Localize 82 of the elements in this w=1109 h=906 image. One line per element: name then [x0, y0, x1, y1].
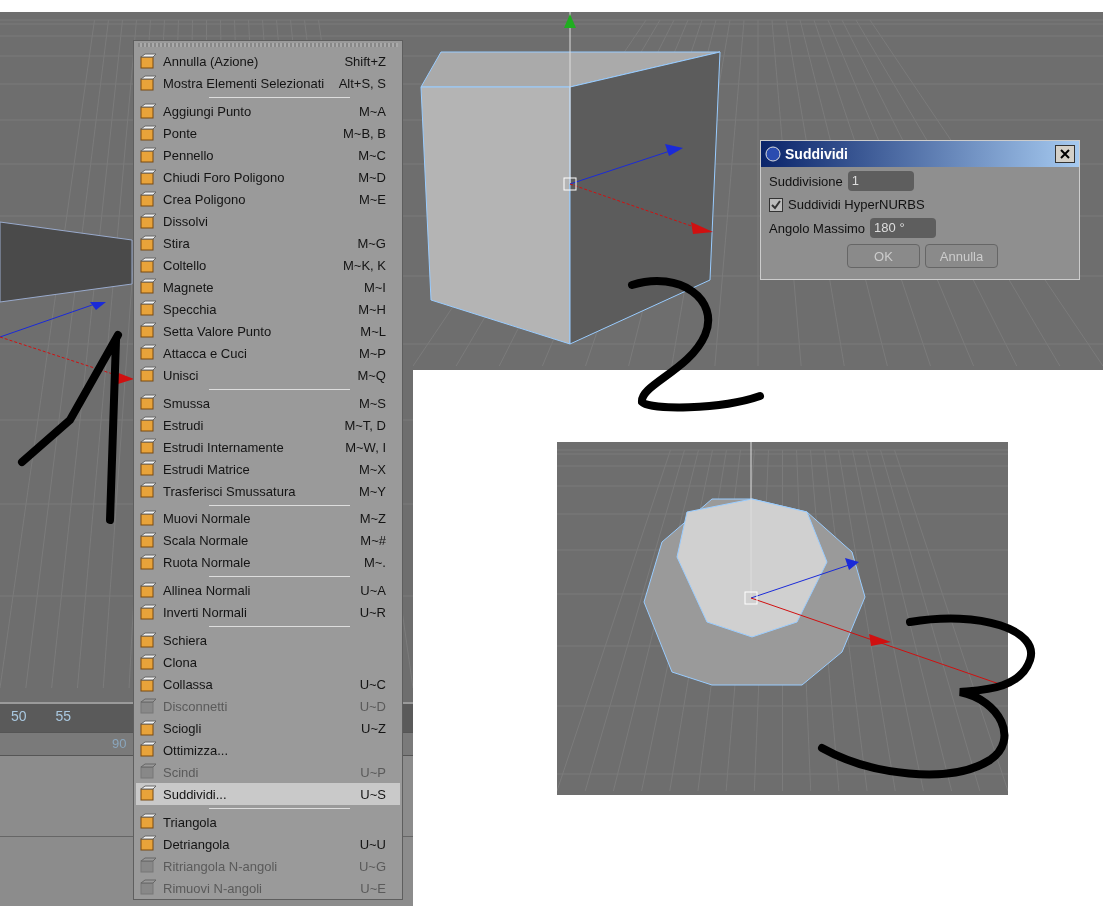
tool-icon	[139, 835, 157, 854]
frame-number: 50	[11, 707, 27, 724]
menu-item[interactable]: Inverti Normali U~R	[136, 601, 400, 624]
menu-item[interactable]: Unisci M~Q	[136, 364, 400, 387]
checkbox[interactable]	[769, 197, 783, 212]
menu-item[interactable]: Ponte M~B, B	[136, 122, 400, 145]
tool-icon	[139, 124, 157, 143]
tool-icon	[139, 482, 157, 501]
menu-item[interactable]: Magnete M~I	[136, 276, 400, 299]
menu-item[interactable]: Ottimizza...	[136, 739, 400, 762]
menu-item[interactable]: Muovi Normale M~Z	[136, 508, 400, 530]
tool-icon	[139, 394, 157, 413]
input-field[interactable]: 180 °	[870, 218, 937, 238]
menu-item[interactable]: Aggiungi Punto M~A	[136, 100, 400, 123]
menu-item[interactable]: Suddividi... U~S	[136, 783, 400, 806]
tool-icon	[139, 813, 157, 832]
globe-icon	[765, 146, 781, 162]
tool-icon	[139, 785, 157, 804]
menu-item[interactable]: Crea Poligono M~E	[136, 188, 400, 211]
input-field[interactable]: 1	[847, 171, 914, 191]
menu-item[interactable]: Allinea Normali U~A	[136, 579, 400, 602]
tool-icon	[139, 52, 157, 71]
tool-icon	[139, 146, 157, 165]
tool-icon	[139, 74, 157, 93]
tool-icon	[139, 857, 157, 876]
tool-icon	[139, 438, 157, 457]
tool-icon	[139, 553, 157, 572]
tool-icon	[139, 256, 157, 275]
checkbox-label: Suddividi HyperNURBS	[788, 197, 925, 212]
tool-icon	[139, 212, 157, 231]
menu-item[interactable]: Trasferisci Smussatura M~Y	[136, 480, 400, 503]
tool-icon	[139, 719, 157, 738]
menu-item[interactable]: Attacca e Cuci M~P	[136, 342, 400, 365]
menu-item[interactable]: Schiera	[136, 629, 400, 652]
menu-item[interactable]: Specchia M~H	[136, 298, 400, 321]
field-label: Angolo Massimo	[769, 220, 866, 236]
frame-value: 90	[112, 735, 127, 753]
field-label: Suddivisione	[769, 173, 843, 189]
menu-item[interactable]: Ruota Normale M~.	[136, 551, 400, 574]
tool-icon	[139, 190, 157, 209]
tool-icon	[139, 460, 157, 479]
tool-icon	[139, 631, 157, 650]
tool-icon	[139, 322, 157, 341]
tool-icon	[139, 278, 157, 297]
tool-icon	[139, 603, 157, 622]
tool-icon	[139, 366, 157, 385]
tool-icon	[139, 344, 157, 363]
tool-icon	[139, 510, 157, 528]
close-icon	[1060, 149, 1070, 159]
tool-icon	[139, 581, 157, 600]
tool-icon	[139, 763, 157, 782]
tool-icon	[139, 234, 157, 253]
menu-item[interactable]: Mostra Elementi Selezionati Alt+S, S	[136, 72, 400, 95]
menu-item[interactable]: Dissolvi	[136, 210, 400, 233]
close-button[interactable]	[1055, 145, 1075, 163]
menu-item[interactable]: Clona	[136, 651, 400, 674]
menu-item[interactable]: Coltello M~K, K	[136, 254, 400, 277]
tool-icon	[139, 168, 157, 187]
menu-item[interactable]: Estrudi Matrice M~X	[136, 458, 400, 481]
tool-icon	[139, 300, 157, 319]
tool-icon	[139, 697, 157, 716]
menu-item[interactable]: Sciogli U~Z	[136, 717, 400, 740]
frame-number: 55	[55, 707, 72, 724]
menu-item[interactable]: Stira M~G	[136, 232, 400, 255]
menu-item[interactable]: Scala Normale M~#	[136, 529, 400, 552]
menu-item[interactable]: Triangola	[136, 811, 400, 834]
menu-item[interactable]: Annulla (Azione) Shift+Z	[136, 51, 400, 73]
dialog-title: Suddividi	[785, 146, 849, 162]
menu-item[interactable]: Setta Valore Punto M~L	[136, 320, 400, 343]
menu-item[interactable]: Collassa U~C	[136, 673, 400, 696]
menu-item[interactable]: Chiudi Foro Poligono M~D	[136, 166, 400, 189]
tool-icon	[139, 675, 157, 694]
tool-icon	[139, 102, 157, 121]
menu-item[interactable]: Pennello M~C	[136, 144, 400, 167]
menu-item[interactable]: Detriangola U~U	[136, 833, 400, 856]
menu-item[interactable]: Smussa M~S	[136, 392, 400, 415]
menu-item[interactable]: Estrudi M~T, D	[136, 414, 400, 437]
tool-icon	[139, 531, 157, 550]
tool-icon	[139, 741, 157, 760]
tool-icon	[139, 416, 157, 435]
menu-item[interactable]: Estrudi Internamente M~W, I	[136, 436, 400, 459]
tool-icon	[139, 653, 157, 672]
